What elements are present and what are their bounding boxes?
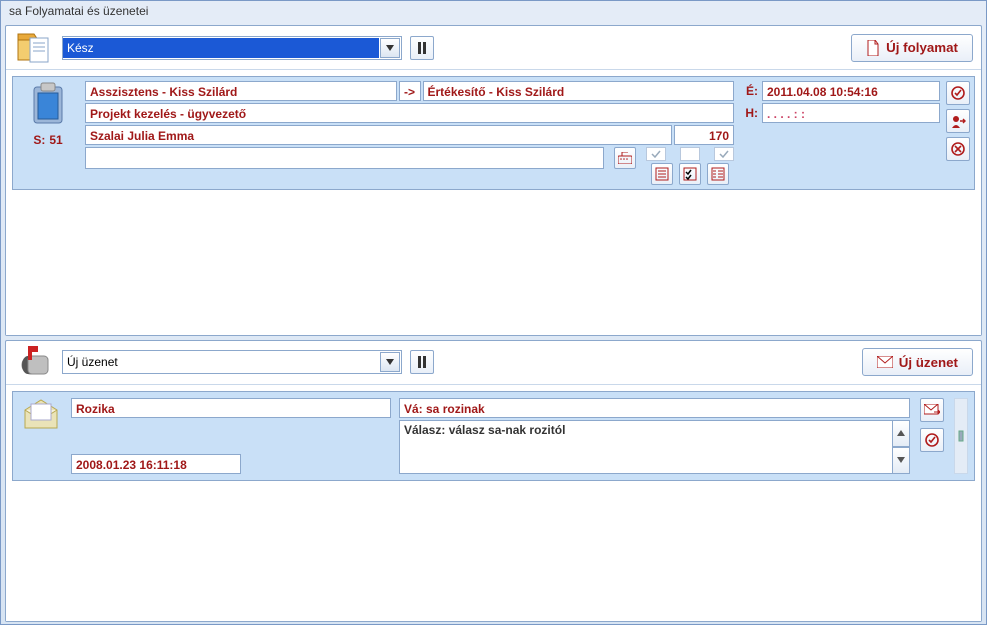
new-process-button[interactable]: Új folyamat	[851, 34, 973, 62]
new-message-button[interactable]: Új üzenet	[862, 348, 973, 376]
salesperson-cell[interactable]: Értékesítő - Kiss Szilárd	[423, 81, 735, 101]
message-body-column: Vá: sa rozinak Válasz: válasz sa-nak roz…	[399, 398, 910, 474]
notes-button[interactable]	[707, 163, 729, 185]
message-status-value	[63, 352, 379, 372]
processes-list[interactable]: S: 51 Asszisztens - Kiss Szilárd -> Érté…	[6, 70, 981, 335]
checklist-button[interactable]	[679, 163, 701, 185]
process-status-dropdown[interactable]	[62, 36, 402, 60]
processes-panel: Új folyamat S:	[5, 25, 982, 336]
process-middle: Asszisztens - Kiss Szilárd -> Értékesítő…	[85, 81, 734, 185]
message-pause-button[interactable]	[410, 350, 434, 374]
h-label: H:	[740, 106, 758, 120]
person-button[interactable]	[946, 109, 970, 133]
s-value: 51	[49, 133, 62, 147]
message-status-caret[interactable]	[380, 352, 400, 372]
message-body[interactable]: Válasz: válasz sa-nak rozitól	[399, 420, 892, 474]
message-body-spin	[892, 420, 910, 474]
messages-panel: Új üzenet Rozika 2008.0	[5, 340, 982, 622]
message-body-up[interactable]	[892, 420, 910, 447]
processes-toolbar: Új folyamat	[6, 26, 981, 70]
process-status-value	[63, 38, 379, 58]
message-tool-column	[918, 398, 946, 474]
keyboard-button[interactable]	[614, 147, 636, 169]
message-from[interactable]: Rozika	[71, 398, 391, 418]
message-date[interactable]: 2008.01.23 16:11:18	[71, 454, 241, 474]
messages-toolbar: Új üzenet	[6, 341, 981, 385]
reply-button[interactable]	[920, 398, 944, 422]
process-tool-column	[946, 81, 970, 185]
clipboard-icon	[26, 81, 70, 129]
cancel-button[interactable]	[946, 137, 970, 161]
message-confirm-button[interactable]	[920, 428, 944, 452]
message-body-down[interactable]	[892, 447, 910, 474]
new-document-icon	[866, 40, 880, 56]
new-process-label: Új folyamat	[886, 40, 958, 55]
e-label: É:	[740, 84, 758, 98]
process-note-cell[interactable]	[85, 147, 604, 169]
list-button-1[interactable]	[651, 163, 673, 185]
check-3[interactable]	[714, 147, 734, 161]
mailbox-icon	[14, 342, 54, 382]
message-card: Rozika 2008.01.23 16:11:18 Vá: sa rozina…	[12, 391, 975, 481]
check-2[interactable]	[680, 147, 700, 161]
arrow-cell: ->	[399, 81, 421, 101]
process-card: S: 51 Asszisztens - Kiss Szilárd -> Érté…	[12, 76, 975, 190]
project-cell[interactable]: Projekt kezelés - ügyvezető	[85, 103, 734, 123]
message-ruler[interactable]	[954, 398, 968, 474]
message-status-dropdown[interactable]	[62, 350, 402, 374]
assistant-cell[interactable]: Asszisztens - Kiss Szilárd	[85, 81, 397, 101]
new-message-label: Új üzenet	[899, 355, 958, 370]
check-1[interactable]	[646, 147, 666, 161]
contact-cell[interactable]: Szalai Julia Emma	[85, 125, 672, 145]
s-label: S:	[33, 133, 45, 147]
number-cell[interactable]: 170	[674, 125, 734, 145]
process-panel-icon	[14, 28, 54, 68]
confirm-button[interactable]	[946, 81, 970, 105]
message-icon	[19, 398, 63, 474]
process-pause-button[interactable]	[410, 36, 434, 60]
envelope-icon	[877, 356, 893, 368]
e-value[interactable]: 2011.04.08 10:54:16	[762, 81, 940, 101]
messages-list[interactable]: Rozika 2008.01.23 16:11:18 Vá: sa rozina…	[6, 385, 981, 621]
window-title: sa Folyamatai és üzenetei	[1, 1, 986, 23]
process-right: É: 2011.04.08 10:54:16 H: . . . . : :	[740, 81, 940, 185]
message-subject[interactable]: Vá: sa rozinak	[399, 398, 910, 418]
h-value[interactable]: . . . . : :	[762, 103, 940, 123]
process-left: S: 51	[17, 81, 79, 185]
message-meta-column: Rozika 2008.01.23 16:11:18	[71, 398, 391, 474]
process-status-caret[interactable]	[380, 38, 400, 58]
app-window: sa Folyamatai és üzenetei	[0, 0, 987, 625]
